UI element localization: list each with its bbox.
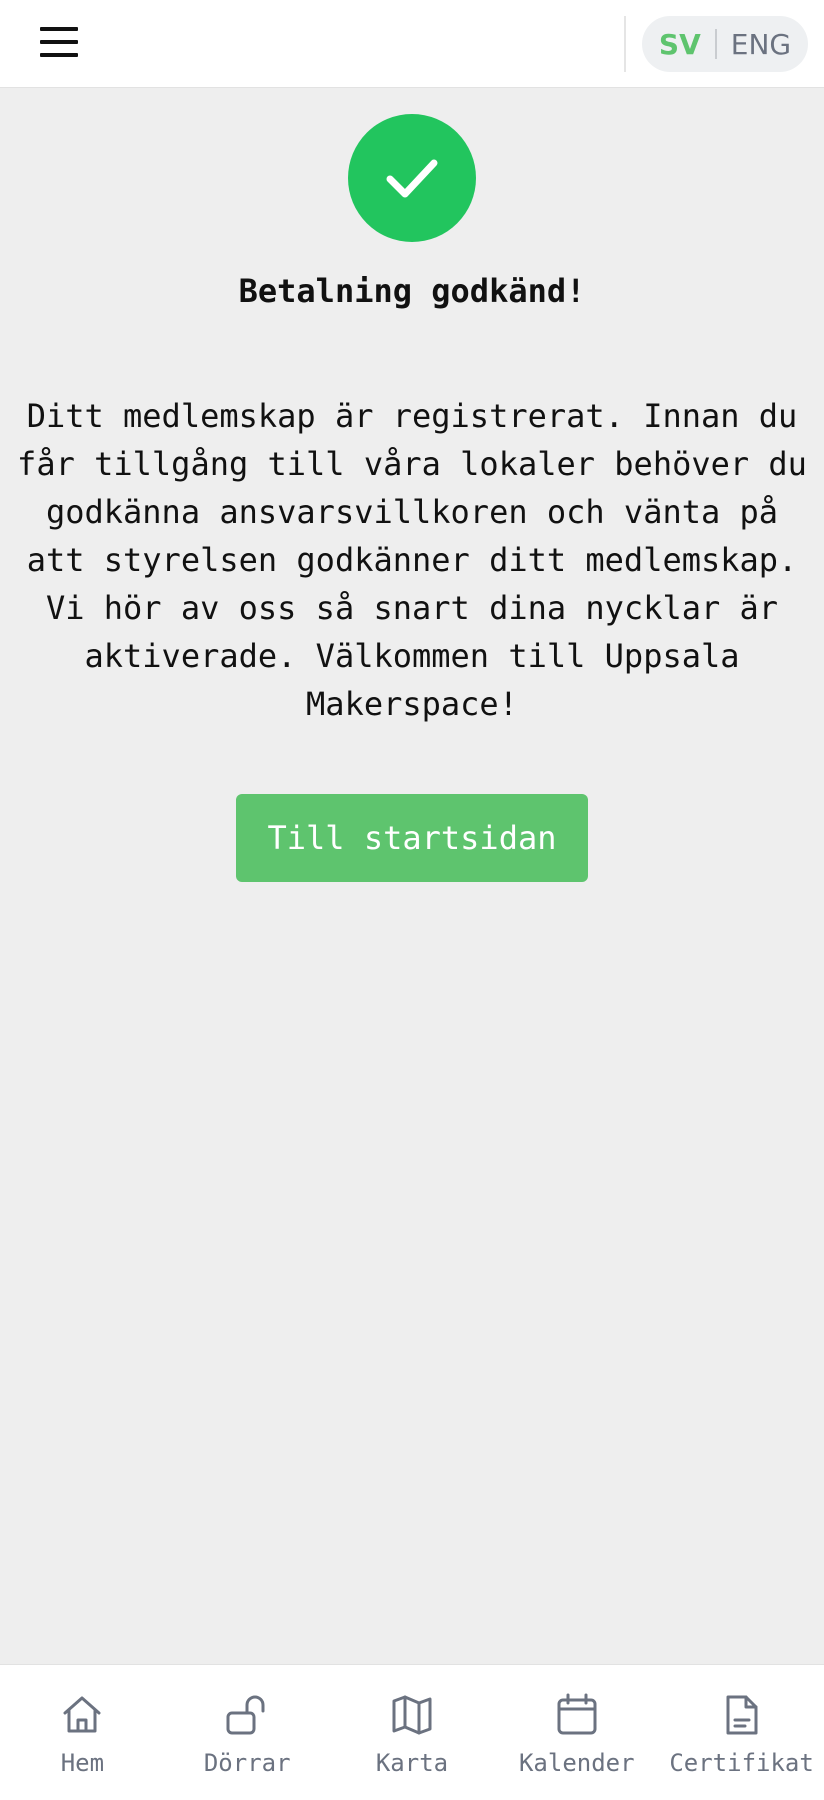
nav-item-certifikat[interactable]: Certifikat bbox=[659, 1665, 824, 1800]
hamburger-menu-icon[interactable] bbox=[40, 20, 80, 64]
language-eng-button[interactable]: ENG bbox=[717, 28, 805, 61]
nav-item-hem[interactable]: Hem bbox=[0, 1665, 165, 1800]
top-header: SV ENG bbox=[0, 0, 824, 88]
language-sv-button[interactable]: SV bbox=[645, 28, 715, 61]
nav-label-certifikat: Certifikat bbox=[669, 1749, 814, 1777]
nav-label-dorrar: Dörrar bbox=[203, 1749, 291, 1777]
menu-bar bbox=[40, 40, 78, 44]
header-divider bbox=[624, 16, 626, 72]
nav-label-karta: Karta bbox=[375, 1749, 449, 1777]
map-icon bbox=[392, 1695, 432, 1735]
payment-status-title: Betalning godkänd! bbox=[238, 272, 586, 310]
language-switcher: SV ENG bbox=[642, 16, 808, 72]
page: SV ENG Betalning godkänd! Ditt medlemska… bbox=[0, 0, 824, 1800]
nav-label-hem: Hem bbox=[60, 1749, 105, 1777]
nav-label-kalender: Kalender bbox=[518, 1749, 635, 1777]
home-icon bbox=[63, 1696, 101, 1733]
menu-bar bbox=[40, 27, 78, 31]
document-icon bbox=[726, 1695, 758, 1735]
nav-item-kalender[interactable]: Kalender bbox=[494, 1665, 659, 1800]
success-badge bbox=[348, 114, 476, 242]
nav-item-karta[interactable]: Karta bbox=[330, 1665, 495, 1800]
go-to-home-button[interactable]: Till startsidan bbox=[236, 794, 588, 882]
membership-message: Ditt medlemskap är registrerat. Innan du… bbox=[17, 397, 807, 723]
calendar-icon bbox=[557, 1693, 597, 1735]
menu-bar bbox=[40, 53, 78, 57]
check-icon bbox=[386, 159, 438, 198]
bottom-navigation: Hem Dörrar Karta Kalender Certifikat bbox=[0, 1664, 824, 1800]
unlock-icon bbox=[226, 1695, 265, 1735]
nav-item-dorrar[interactable]: Dörrar bbox=[165, 1665, 330, 1800]
